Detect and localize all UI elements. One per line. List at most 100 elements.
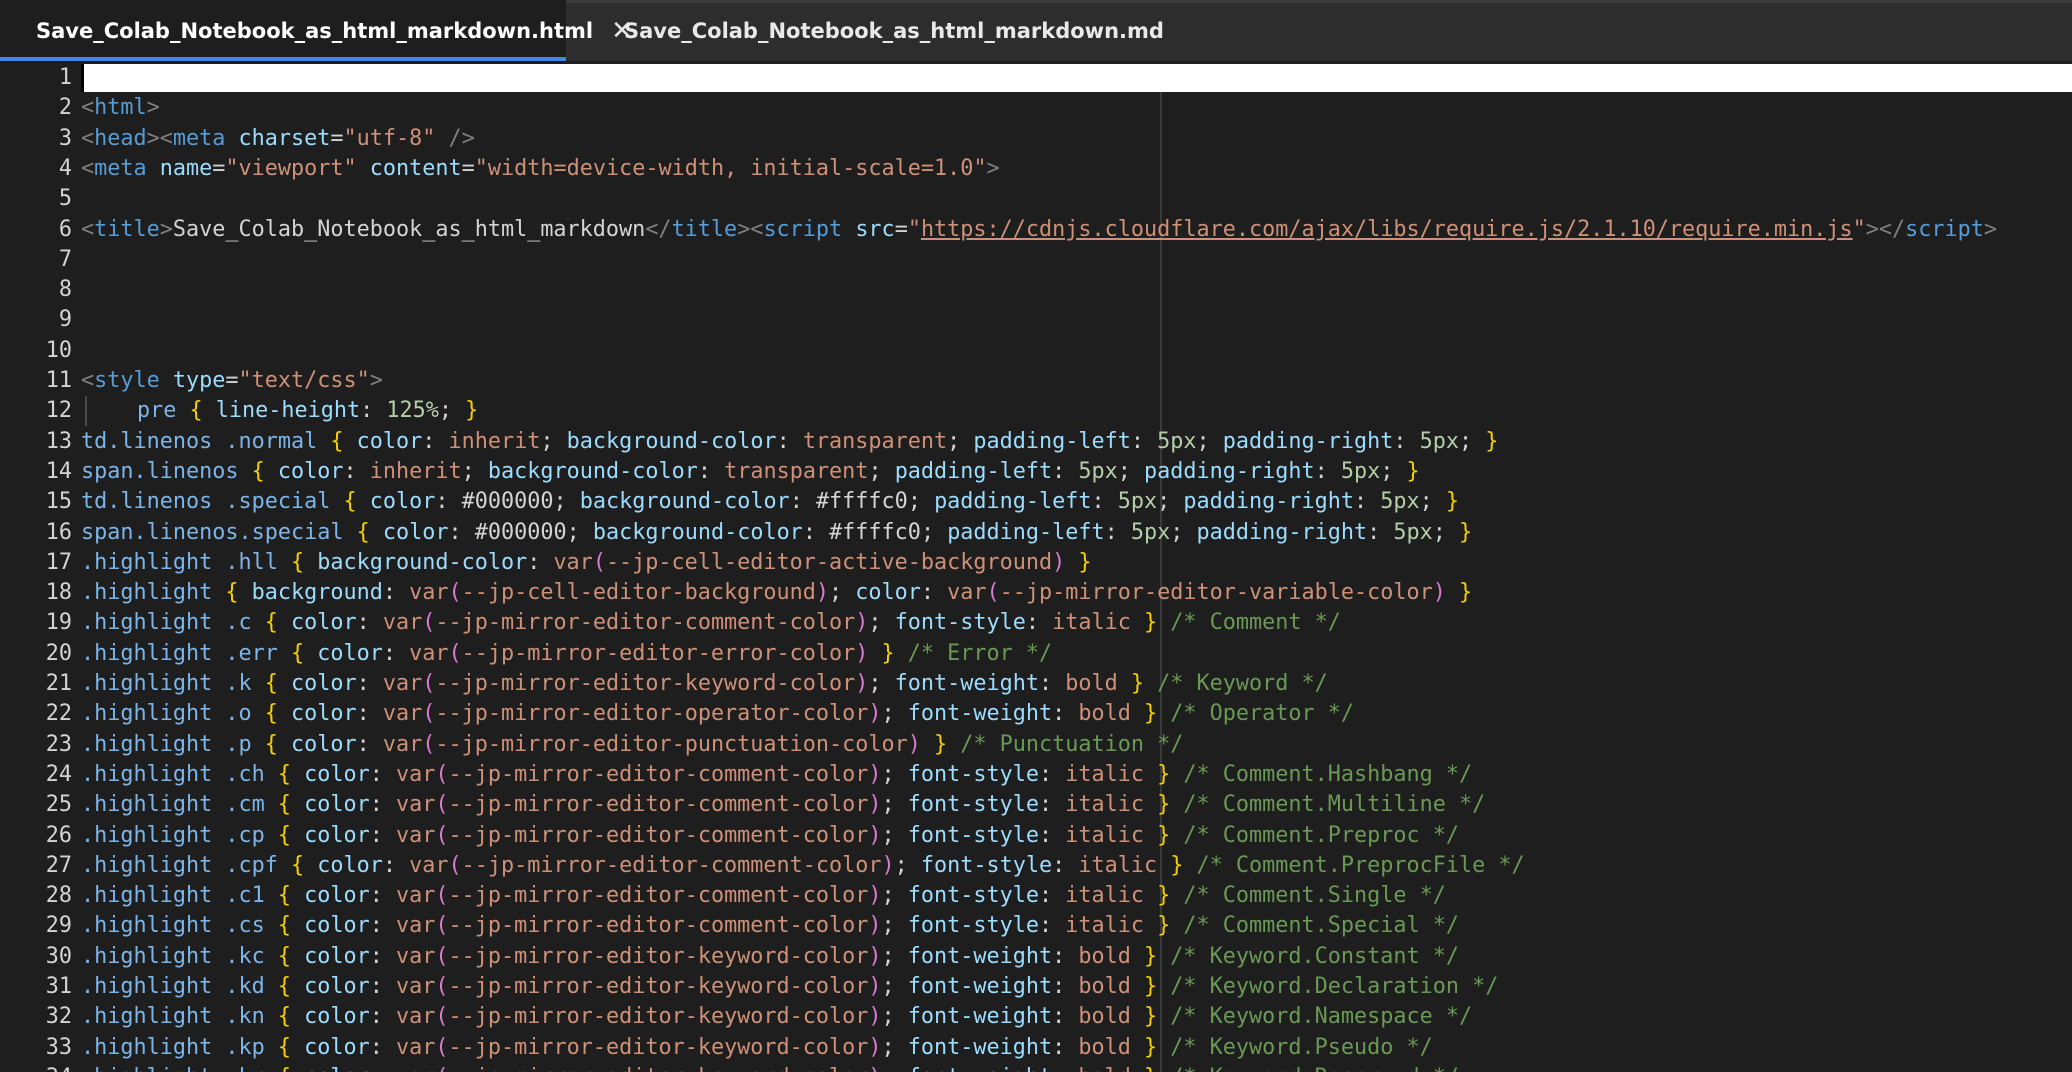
code-line[interactable]: 29 .highlight .cs { color: var(--jp-mirro… — [0, 911, 2072, 941]
code-token: : — [356, 731, 383, 757]
code-token: italic — [1065, 792, 1145, 818]
code-line[interactable]: 3 <head><meta charset="utf-8" /> — [0, 124, 2072, 154]
code-token: } — [934, 731, 948, 757]
code-line[interactable]: 31 .highlight .kd { color: var(--jp-mirro… — [0, 972, 2072, 1002]
code-token: color — [290, 610, 357, 636]
line-code: <html> — [81, 93, 160, 123]
code-line[interactable]: 27 .highlight .cpf { color: var(--jp-mirr… — [0, 851, 2072, 881]
tab-md-file[interactable]: Save_Colab_Notebook_as_html_markdown.md — [566, 0, 1164, 61]
code-line[interactable]: 14 span.linenos { color: inherit; backgro… — [0, 457, 2072, 487]
code-token: ; — [881, 1034, 908, 1060]
code-line[interactable]: 2 <html> — [0, 93, 2072, 123]
code-line[interactable]: 24 .highlight .ch { color: var(--jp-mirro… — [0, 760, 2072, 790]
code-line[interactable]: 6 <title>Save_Colab_Notebook_as_html_mark… — [0, 215, 2072, 245]
code-line[interactable]: 21 .highlight .k { color: var(--jp-mirror… — [0, 669, 2072, 699]
code-line[interactable]: 9 — [0, 305, 2072, 335]
line-code: .highlight .cp { color: var(--jp-mirror-… — [81, 821, 1459, 851]
code-token: --jp-mirror-editor-comment-color — [435, 610, 856, 636]
code-token: ; — [881, 913, 908, 939]
tab-bar: Save_Colab_Notebook_as_html_markdown.htm… — [0, 0, 2072, 62]
code-token: /* Keyword.Namespace */ — [1170, 1004, 1473, 1030]
code-line[interactable]: 5 — [0, 184, 2072, 214]
line-number: 24 — [45, 761, 72, 787]
code-line[interactable]: 12 pre { line-height: 125%; } — [0, 396, 2072, 427]
code-token: = — [894, 216, 908, 242]
code-line[interactable]: 17 .highlight .hll { background-color: va… — [0, 548, 2072, 578]
code-token: --jp-mirror-editor-keyword-color — [448, 1065, 868, 1072]
line-code: <style type="text/css"> — [81, 366, 383, 396]
code-token: > — [369, 368, 383, 393]
code-token: var — [395, 792, 436, 818]
code-line[interactable]: 11 <style type="text/css"> — [0, 366, 2072, 396]
line-code: .highlight .kn { color: var(--jp-mirror-… — [81, 1002, 1472, 1032]
code-token: { — [277, 822, 291, 848]
code-line[interactable]: 28 .highlight .c1 { color: var(--jp-mirro… — [0, 881, 2072, 911]
code-line[interactable]: 33 .highlight .kp { color: var(--jp-mirro… — [0, 1033, 2072, 1063]
code-line[interactable]: 8 — [0, 275, 2072, 305]
code-line[interactable]: 1 — [0, 63, 2072, 93]
code-token: .highlight .kn — [81, 1004, 265, 1030]
code-token: ; — [461, 458, 488, 484]
code-line[interactable]: 4 <meta name="viewport" content="width=de… — [0, 154, 2072, 184]
code-token: ( — [422, 701, 436, 727]
code-token: --jp-mirror-editor-keyword-color — [448, 1004, 869, 1030]
code-token: ; — [1117, 458, 1145, 484]
code-token: var — [395, 943, 436, 969]
code-line[interactable]: 26 .highlight .cp { color: var(--jp-mirro… — [0, 821, 2072, 851]
code-token: td.linenos .normal — [81, 428, 318, 454]
code-line[interactable]: 13 td.linenos .normal { color: inherit; b… — [0, 427, 2072, 457]
code-line[interactable]: 18 .highlight { background: var(--jp-cell… — [0, 578, 2072, 608]
code-token: bold — [1078, 1065, 1131, 1072]
code-token: inherit — [369, 458, 462, 484]
code-token: script — [1905, 216, 1984, 242]
line-code: .highlight .o { color: var(--jp-mirror-e… — [81, 699, 1354, 729]
code-token: : — [369, 943, 396, 969]
code-line[interactable]: 32 .highlight .kn { color: var(--jp-mirro… — [0, 1002, 2072, 1032]
code-token: : — [343, 458, 370, 484]
tab-html-file[interactable]: Save_Colab_Notebook_as_html_markdown.htm… — [0, 0, 633, 61]
code-line[interactable]: 23 .highlight .p { color: var(--jp-mirror… — [0, 730, 2072, 760]
code-token: } — [1458, 580, 1473, 606]
code-token: line-height — [215, 398, 361, 424]
code-line[interactable]: 15 td.linenos .special { color: #000000; … — [0, 487, 2072, 517]
code-line[interactable]: 30 .highlight .kc { color: var(--jp-mirro… — [0, 942, 2072, 972]
code-line[interactable]: 10 — [0, 336, 2072, 366]
code-token: ) — [1052, 549, 1066, 575]
code-token: script — [763, 216, 843, 242]
code-token: var — [395, 1004, 436, 1030]
code-editor[interactable]: 1 2 <html> 3 <head><meta charset="utf-8" /> 4… — [0, 61, 2072, 1072]
code-token: ( — [435, 1004, 449, 1030]
code-line[interactable]: 7 — [0, 245, 2072, 275]
code-token: : — [360, 398, 387, 424]
code-token: ( — [435, 1034, 449, 1060]
code-line[interactable]: 20 .highlight .err { color: var(--jp-mirr… — [0, 639, 2072, 669]
code-line[interactable]: 25 .highlight .cm { color: var(--jp-mirro… — [0, 790, 2072, 820]
code-line[interactable]: 19 .highlight .c { color: var(--jp-mirror… — [0, 608, 2072, 638]
code-line[interactable]: 16 span.linenos.special { color: #000000;… — [0, 518, 2072, 548]
code-token: 125% — [386, 398, 439, 424]
code-line[interactable]: 22 .highlight .o { color: var(--jp-mirror… — [0, 699, 2072, 729]
code-token: } — [1445, 489, 1460, 515]
code-token: : — [1052, 1034, 1079, 1060]
code-token: content — [369, 155, 462, 181]
line-number: 10 — [45, 337, 72, 363]
code-token: ; — [438, 398, 466, 424]
code-token: { — [264, 610, 278, 636]
code-token: span.linenos.special — [81, 519, 344, 545]
code-token: : — [369, 883, 396, 909]
code-token: ( — [422, 731, 436, 757]
code-line[interactable]: 34 .highlight .kr { color: var(--jp-mirro… — [0, 1063, 2072, 1072]
code-token: > — [1983, 216, 1998, 242]
code-token: ; — [829, 580, 856, 606]
code-token: color — [317, 640, 383, 666]
